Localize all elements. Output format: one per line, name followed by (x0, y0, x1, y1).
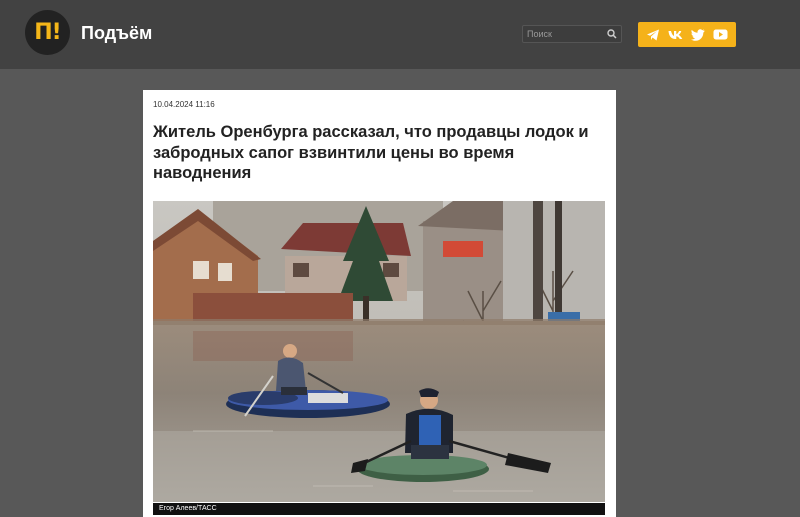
site-logo[interactable]: П! (25, 10, 70, 55)
youtube-icon[interactable] (712, 26, 730, 44)
site-header: П! Подъём (0, 0, 800, 69)
article-date: 10.04.2024 11:16 (153, 100, 215, 109)
article-title: Житель Оренбурга рассказал, что продавцы… (153, 123, 589, 182)
article-photo: 222-839 (153, 201, 605, 502)
social-links (638, 22, 736, 47)
twitter-icon[interactable] (689, 26, 707, 44)
telegram-icon[interactable] (644, 26, 662, 44)
search-icon[interactable] (606, 28, 618, 40)
photo-caption: Егор Алеев/ТАСС (153, 503, 605, 515)
search-input[interactable] (527, 27, 607, 41)
logo-mark: П! (34, 20, 61, 45)
site-brand-name[interactable]: Подъём (81, 23, 152, 44)
search-box (522, 25, 622, 43)
vk-icon[interactable] (667, 26, 685, 44)
flood-photo-illustration: 222-839 (153, 201, 605, 502)
article-card: 10.04.2024 11:16 Житель Оренбурга расска… (143, 90, 616, 517)
